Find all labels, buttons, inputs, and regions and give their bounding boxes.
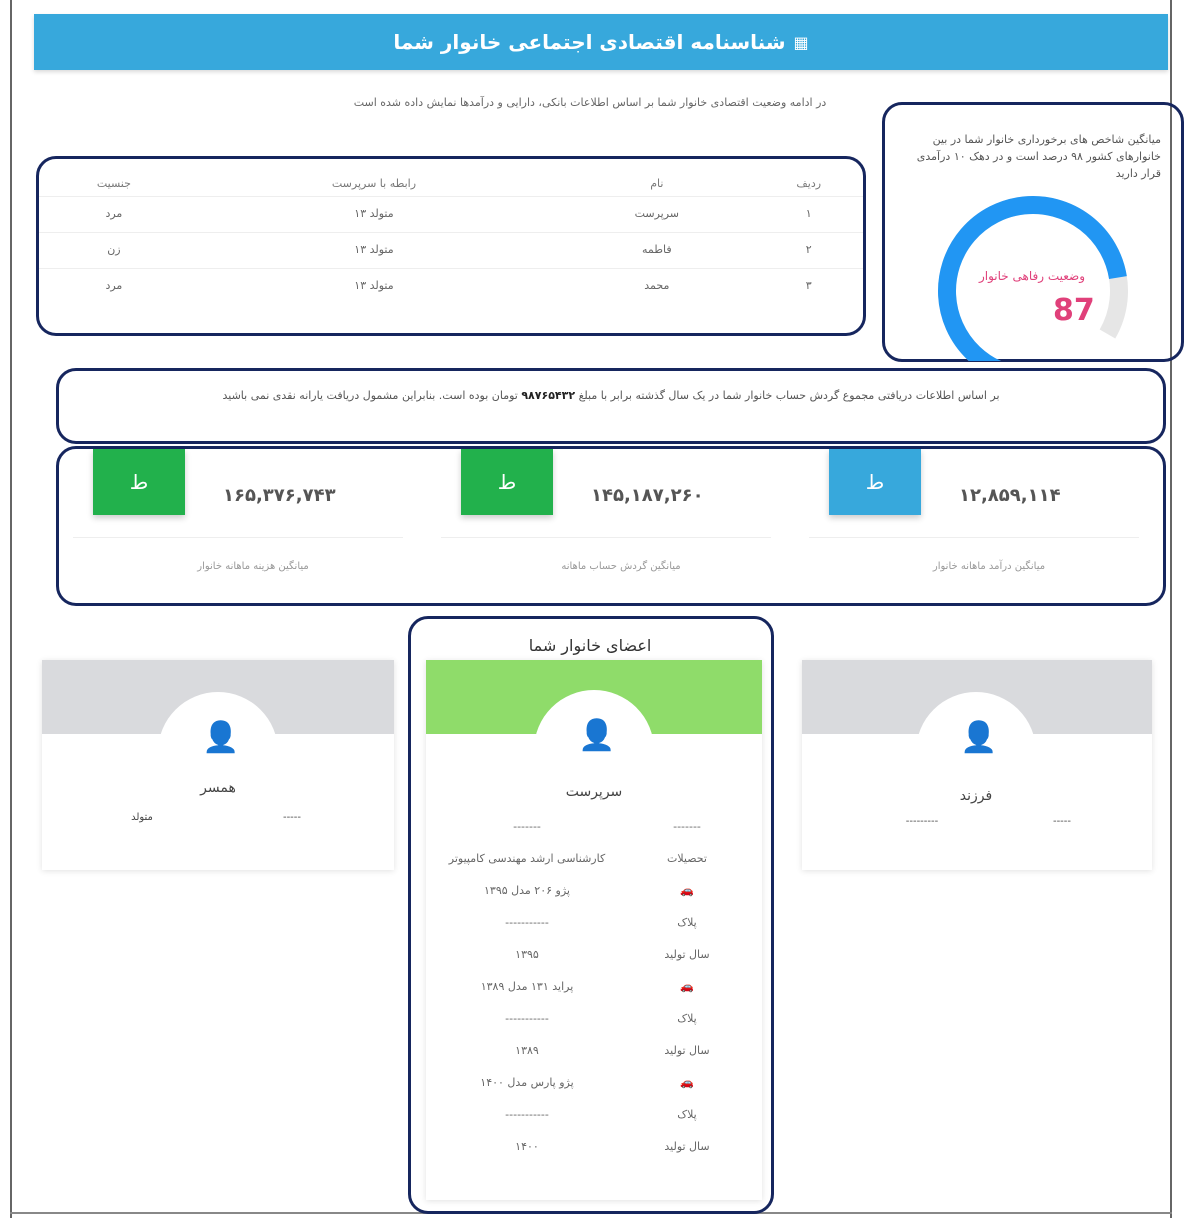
member-field: ----- (282, 812, 302, 823)
gauge-value: 87 (1053, 293, 1095, 328)
table-cell: زن (39, 232, 189, 269)
page-header: ▦ شناسنامه اقتصادی اجتماعی خانوار شما (34, 14, 1168, 70)
stat-divider (441, 537, 771, 538)
currency-badge-icon: ط (461, 449, 553, 515)
table-row: ۲ فاطمه متولد ۱۳ زن (39, 232, 863, 269)
currency-badge-icon: ط (93, 449, 185, 515)
user-icon: 👤 (202, 720, 240, 755)
message-text-after: تومان بوده است. بنابراین مشمول دریافت یا… (222, 389, 518, 402)
table-row: ۳ محمد متولد ۱۳ مرد (39, 268, 863, 304)
stat-amount: ۱۶۵,۳۷۶,۷۴۳ (223, 485, 336, 506)
subsidy-message: بر اساس اطلاعات دریافتی مجموع گردش حساب … (71, 387, 1151, 405)
member-card[interactable]: 👤 همسر متولد ----- (42, 660, 394, 870)
gauge-description: میانگین شاخص های برخورداری خانوار شما در… (916, 133, 1161, 180)
selected-card-highlight (408, 616, 774, 1214)
member-name: همسر (200, 780, 236, 796)
gauge-fill (938, 196, 1127, 361)
table-cell: ۲ (754, 232, 863, 269)
table-cell: فاطمه (559, 232, 755, 269)
message-text-before: بر اساس اطلاعات دریافتی مجموع گردش حساب … (578, 389, 1000, 402)
table-cell: متولد ۱۳ (188, 268, 560, 304)
member-field: --------- (905, 816, 939, 827)
message-amount: ۹۸۷۶۵۴۳۲ (521, 389, 576, 402)
table-header-row: ردیف نام رابطه با سرپرست جنسیت (39, 171, 863, 197)
financial-stats-panel: ط ۱۲,۸۵۹,۱۱۴ میانگین درآمد ماهانه خانوار… (56, 446, 1166, 606)
table-cell: مرد (39, 196, 189, 233)
stat-amount: ۱۴۵,۱۸۷,۲۶۰ (591, 485, 704, 506)
table-cell: محمد (559, 268, 755, 304)
table-cell: ۳ (754, 268, 863, 304)
member-name: فرزند (959, 788, 993, 804)
column-header: رابطه با سرپرست (331, 177, 417, 190)
stat-divider (809, 537, 1139, 538)
calendar-icon: ▦ (793, 32, 809, 52)
gauge-label: وضعیت رفاهی خانوار (978, 269, 1086, 283)
table-cell: مرد (39, 268, 189, 304)
members-table: ردیف نام رابطه با سرپرست جنسیت ۱ سرپرست … (39, 171, 863, 304)
table-cell: سرپرست (559, 196, 755, 233)
column-header: نام (650, 177, 664, 190)
stat-card: ط ۱۲,۸۵۹,۱۱۴ میانگین درآمد ماهانه خانوار (799, 449, 1159, 599)
subsidy-message-panel: بر اساس اطلاعات دریافتی مجموع گردش حساب … (56, 368, 1166, 444)
stat-caption: میانگین گردش حساب ماهانه (561, 561, 681, 572)
table-cell: متولد ۱۳ (188, 232, 560, 269)
table-cell: متولد ۱۳ (188, 196, 560, 233)
welfare-gauge-panel: میانگین شاخص های برخورداری خانوار شما در… (882, 102, 1184, 362)
stat-divider (73, 537, 403, 538)
members-table-panel: ردیف نام رابطه با سرپرست جنسیت ۱ سرپرست … (36, 156, 866, 336)
member-field: ----- (1052, 816, 1072, 827)
column-header: ردیف (796, 177, 822, 190)
column-header: جنسیت (96, 177, 131, 190)
intro-text: در ادامه وضعیت اقتصادی خانوار شما بر اسا… (353, 96, 827, 109)
table-cell: ۱ (754, 196, 863, 233)
stat-caption: میانگین هزینه ماهانه خانوار (197, 561, 309, 572)
stat-amount: ۱۲,۸۵۹,۱۱۴ (959, 485, 1061, 506)
stat-card: ط ۱۶۵,۳۷۶,۷۴۳ میانگین هزینه ماهانه خانوا… (63, 449, 423, 599)
stat-caption: میانگین درآمد ماهانه خانوار (932, 561, 1046, 572)
currency-badge-icon: ط (829, 449, 921, 515)
member-card[interactable]: 👤 فرزند --------- ----- (802, 660, 1152, 870)
frame-left-border (10, 0, 12, 1218)
table-row: ۱ سرپرست متولد ۱۳ مرد (39, 196, 863, 233)
member-field: متولد (131, 812, 153, 823)
stat-card: ط ۱۴۵,۱۸۷,۲۶۰ میانگین گردش حساب ماهانه (431, 449, 791, 599)
page-title: شناسنامه اقتصادی اجتماعی خانوار شما (393, 30, 786, 54)
user-icon: 👤 (960, 720, 998, 755)
